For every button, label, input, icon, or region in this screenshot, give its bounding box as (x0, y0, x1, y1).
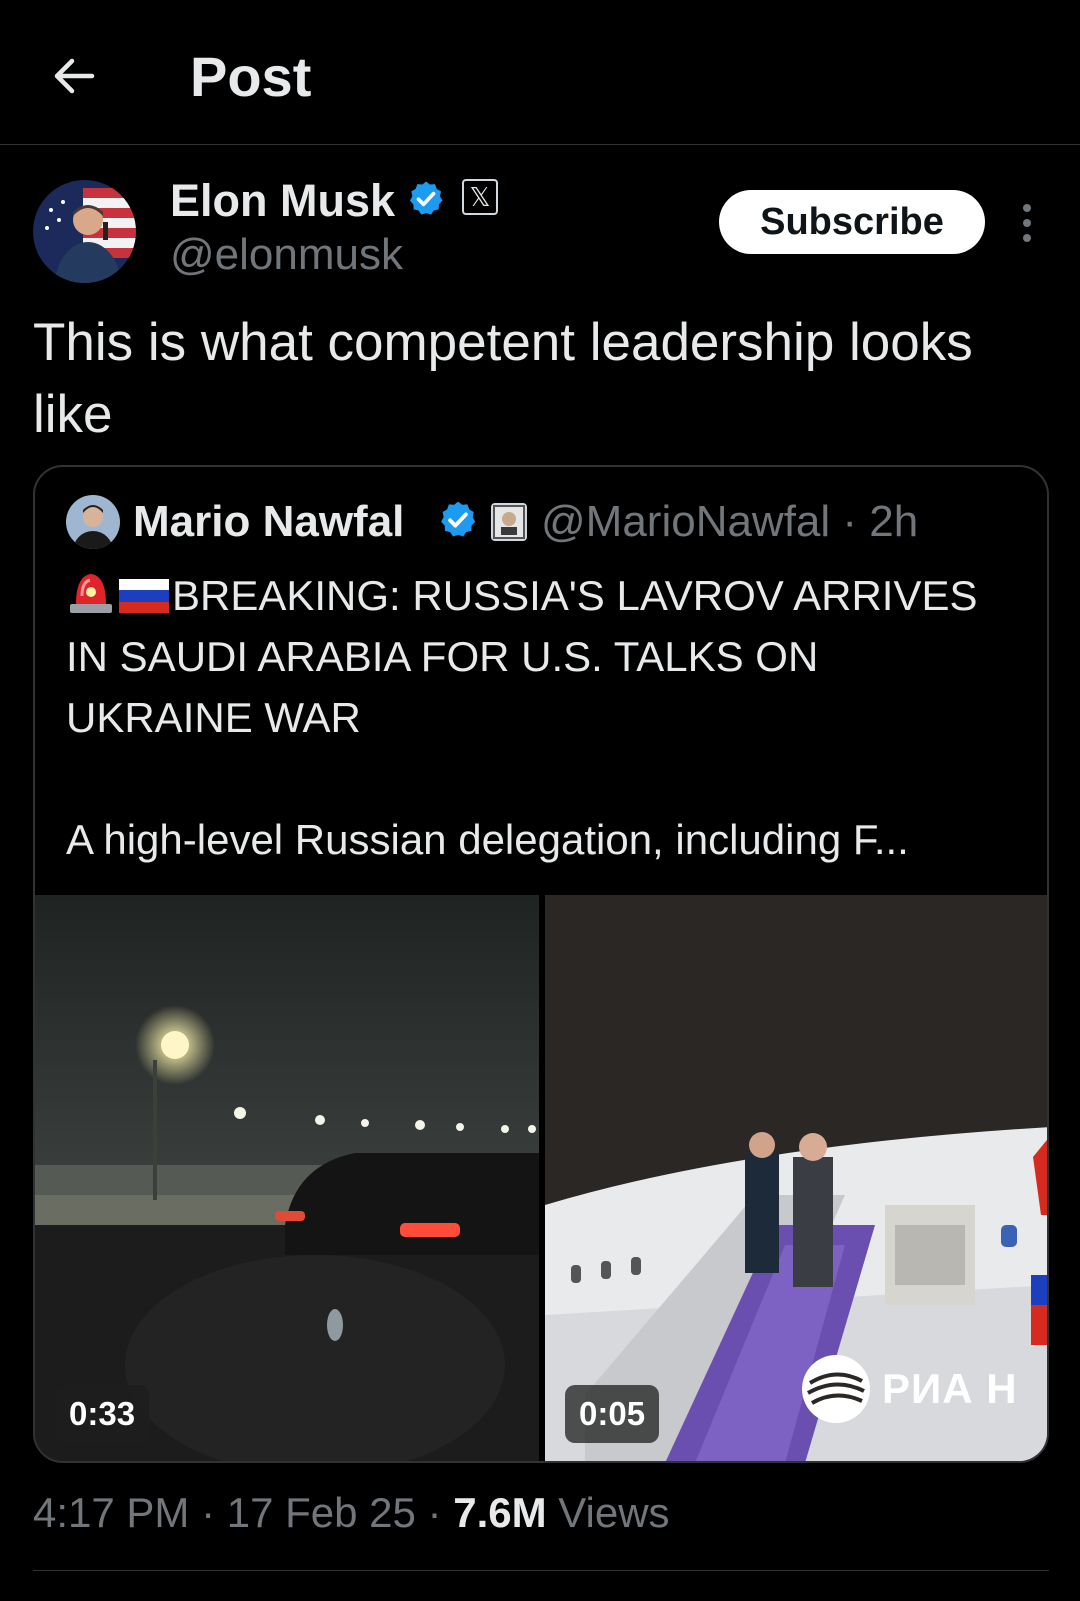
page-title: Post (190, 45, 312, 108)
affiliate-badge-icon (491, 503, 527, 541)
author-avatar[interactable] (33, 180, 136, 283)
ria-logo-icon (802, 1355, 870, 1423)
quote-text: BREAKING: RUSSIA'S LAVROV ARRIVES IN SAU… (66, 565, 1016, 870)
quoted-post[interactable]: Mario Nawfal @MarioNawfal · 2h BREAKING:… (33, 465, 1049, 1463)
quote-text-line: BREAKING: RUSSIA'S LAVROV ARRIVES (66, 565, 1016, 626)
russia-flag-icon (119, 579, 169, 613)
quote-text-line-4: A high-level Russian delegation, includi… (66, 816, 909, 863)
author-handle[interactable]: @elonmusk (170, 229, 403, 281)
video-thumbnail-2[interactable]: 0:05 РИА Н (545, 895, 1047, 1461)
quote-text-line-3: UKRAINE WAR (66, 694, 361, 741)
quote-author-handle: @MarioNawfal · 2h (541, 497, 919, 546)
video-thumbnail-1[interactable]: 0:33 (35, 895, 539, 1461)
watermark-text: РИА Н (882, 1365, 1018, 1412)
quote-author-avatar (66, 495, 120, 549)
ria-watermark: РИА Н (800, 1353, 1018, 1425)
verified-badge-icon (410, 181, 443, 215)
subscribe-button[interactable]: Subscribe (719, 190, 985, 254)
verified-badge-icon (441, 501, 476, 537)
siren-icon (70, 574, 112, 613)
top-bar: Post (0, 0, 1080, 145)
more-icon[interactable] (1012, 198, 1042, 248)
divider (33, 1570, 1049, 1571)
back-button[interactable] (46, 48, 102, 104)
quote-author-name: Mario Nawfal (133, 497, 405, 546)
quote-text-line-2: IN SAUDI ARABIA FOR U.S. TALKS ON (66, 633, 819, 680)
post-timestamp: 4:17 PM · 17 Feb 25 · (33, 1489, 454, 1536)
author-name[interactable]: Elon Musk (170, 174, 395, 228)
quote-text-line-1: BREAKING: RUSSIA'S LAVROV ARRIVES (172, 572, 978, 619)
views-label: Views (546, 1489, 670, 1536)
post-meta: 4:17 PM · 17 Feb 25 · 7.6M Views (33, 1485, 670, 1541)
back-arrow-icon (54, 58, 95, 94)
video-duration: 0:05 (565, 1385, 660, 1443)
video-duration: 0:33 (55, 1385, 150, 1443)
post-text: This is what competent leadership looks … (33, 313, 973, 444)
x-logo-icon: 𝕏 (462, 179, 498, 215)
views-count: 7.6M (453, 1489, 547, 1536)
